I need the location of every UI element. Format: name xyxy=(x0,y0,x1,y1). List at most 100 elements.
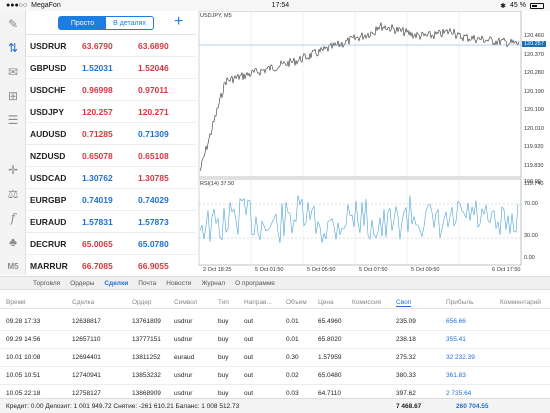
bluetooth-icon: ✱ xyxy=(500,2,507,10)
price-axis-label: 119.920 xyxy=(524,144,544,150)
column-header[interactable]: Прибыль xyxy=(446,299,474,306)
tab-simple[interactable]: Просто xyxy=(59,17,106,29)
table-row[interactable]: 10.05 10:51 12740941 13853232 usdrur buy out 0… xyxy=(0,367,550,385)
table-cell: 238.18 xyxy=(396,336,416,343)
quote-ask: 63.6890 xyxy=(138,40,169,51)
tab-6[interactable]: О программе xyxy=(230,280,280,287)
quote-row[interactable]: USDJPY 120.257 120.271 xyxy=(26,101,196,123)
column-header[interactable]: Символ xyxy=(174,299,197,306)
table-cell: 0.30 xyxy=(286,354,299,361)
quote-bid: 1.52031 xyxy=(82,62,113,73)
quote-row[interactable]: USDCAD 1.30762 1.30785 xyxy=(26,167,196,189)
table-cell: out xyxy=(244,354,254,361)
price-axis-label: 120.370 xyxy=(524,51,544,58)
rsi-line xyxy=(199,195,519,244)
quotes-list: USDRUR 63.6790 63.6890 GBPUSD 1.52031 1.52046… xyxy=(26,35,196,277)
tab-3[interactable]: Почта xyxy=(133,280,161,287)
table-cell: out xyxy=(244,318,254,325)
table-cell: 0.01 xyxy=(286,318,299,325)
quote-symbol: GBPUSD xyxy=(30,62,67,73)
quote-row[interactable]: AUDUSD 0.71285 0.71309 xyxy=(26,123,196,145)
column-header[interactable]: Ордер xyxy=(132,299,152,306)
quote-bid: 120.257 xyxy=(82,106,113,117)
quote-row[interactable]: EURAUD 1.57831 1.57873 xyxy=(26,211,196,233)
column-header[interactable]: Направ... xyxy=(244,299,272,306)
time-axis-label: 5 Oct 01:50 xyxy=(255,267,284,273)
signal-icon: ●●●○○ xyxy=(6,2,28,9)
quote-ask: 66.9055 xyxy=(138,260,169,271)
carrier-name: MegaFon xyxy=(31,2,61,9)
quotes-header: Просто В деталях + xyxy=(26,11,196,35)
rsi-axis-label: 70.00 xyxy=(524,201,538,207)
quote-bid: 0.74019 xyxy=(82,194,113,205)
tab-detailed[interactable]: В деталях xyxy=(106,17,153,29)
trade-arrows-icon[interactable]: ⇅ xyxy=(4,39,22,57)
quote-symbol: AUDUSD xyxy=(30,128,67,139)
quote-row[interactable]: USDRUR 63.6790 63.6890 xyxy=(26,35,196,57)
table-cell: 656.66 xyxy=(446,318,466,325)
table-cell: 12694401 xyxy=(72,354,101,361)
quote-row[interactable]: GBPUSD 1.52031 1.52046 xyxy=(26,57,196,79)
column-header[interactable]: Цена xyxy=(318,299,334,306)
pencil-icon[interactable]: ✎ xyxy=(4,15,22,33)
tab-5[interactable]: Журнал xyxy=(196,280,230,287)
tab-2[interactable]: Сделки xyxy=(99,280,133,287)
quote-bid: 1.30762 xyxy=(82,172,113,183)
price-panel-frame xyxy=(198,10,522,178)
column-header[interactable]: Объем xyxy=(286,299,307,306)
column-header[interactable]: Время xyxy=(6,299,26,306)
quote-symbol: MARRUR xyxy=(30,260,68,271)
table-cell: buy xyxy=(218,354,229,361)
table-cell: 64.7110 xyxy=(318,390,342,397)
chat-icon[interactable]: ✉ xyxy=(4,63,22,81)
table-cell: 65.0480 xyxy=(318,372,342,379)
time-axis-label: 5 Oct 09:50 xyxy=(411,267,440,273)
table-cell: 1.57959 xyxy=(318,354,342,361)
price-chart[interactable] xyxy=(197,10,550,275)
column-header[interactable]: Комментарий xyxy=(500,299,541,306)
time-axis-label: 6 Oct 17:50 xyxy=(492,267,521,273)
table-cell: usdrur xyxy=(174,390,193,397)
column-header[interactable]: Своп xyxy=(396,299,412,307)
candles-icon[interactable]: ⚖ xyxy=(4,185,22,203)
quote-symbol: EURAUD xyxy=(30,216,67,227)
quote-row[interactable]: NZDUSD 0.65078 0.65108 xyxy=(26,145,196,167)
price-axis-label: 120.100 xyxy=(524,107,544,113)
column-header[interactable]: Сделка xyxy=(72,299,94,306)
add-symbol-button[interactable]: + xyxy=(174,13,183,31)
table-row[interactable]: 09.28 17:33 12638817 13761809 usdrur buy out 0… xyxy=(0,313,550,331)
time-axis-label: 5 Oct 07:50 xyxy=(359,267,388,273)
tab-4[interactable]: Новости xyxy=(161,280,196,287)
tab-0[interactable]: Торговля xyxy=(28,280,65,287)
table-cell: 275.32 xyxy=(396,354,416,361)
quote-symbol: USDJPY xyxy=(30,106,65,117)
rsi-axis-label: 100.00 xyxy=(524,179,541,185)
timeframe-button[interactable]: M5 xyxy=(4,257,22,275)
table-cell: 13761809 xyxy=(132,318,161,325)
column-header[interactable]: Тип xyxy=(218,299,229,306)
tab-1[interactable]: Ордеры xyxy=(65,280,99,287)
table-cell: 13811252 xyxy=(132,354,161,361)
quote-row[interactable]: EURGBP 0.74019 0.74029 xyxy=(26,189,196,211)
quotes-mode-toggle: Просто В деталях xyxy=(58,16,154,30)
table-row[interactable]: 09.29 14:56 12657110 13777151 usdrur buy out 0… xyxy=(0,331,550,349)
quote-row[interactable]: USDCHF 0.96998 0.97011 xyxy=(26,79,196,101)
table-cell: 13853232 xyxy=(132,372,161,379)
time-axis-label: 5 Oct 05:50 xyxy=(307,267,336,273)
objects-icon[interactable]: ♣ xyxy=(4,233,22,251)
chart-area[interactable]: USDJPY, M5 RSI(14) 37.50 120.257 120.460… xyxy=(197,10,550,275)
indicator-f-icon[interactable]: f xyxy=(4,209,22,227)
new-document-icon[interactable]: ⊞ xyxy=(4,87,22,105)
table-cell: out xyxy=(244,390,254,397)
quote-row[interactable]: MARRUR 66.7085 66.9055 xyxy=(26,255,196,277)
rows-icon[interactable]: ☰ xyxy=(4,111,22,129)
quote-row[interactable]: DECRUR 65.0065 65.0780 xyxy=(26,233,196,255)
column-header[interactable]: Комиссия xyxy=(352,299,381,306)
table-cell: 235.09 xyxy=(396,318,416,325)
crosshair-icon[interactable]: ✛ xyxy=(4,161,22,179)
quote-bid: 0.96998 xyxy=(82,84,113,95)
time-axis-label: 2 Oct 18:25 xyxy=(203,267,232,273)
table-row[interactable]: 10.01 10:08 12694401 13811252 euraud buy out 0… xyxy=(0,349,550,367)
table-cell: buy xyxy=(218,390,229,397)
account-summary: Кредит: 0.00 Депозит: 1 001 949.72 Сняти… xyxy=(0,398,550,413)
